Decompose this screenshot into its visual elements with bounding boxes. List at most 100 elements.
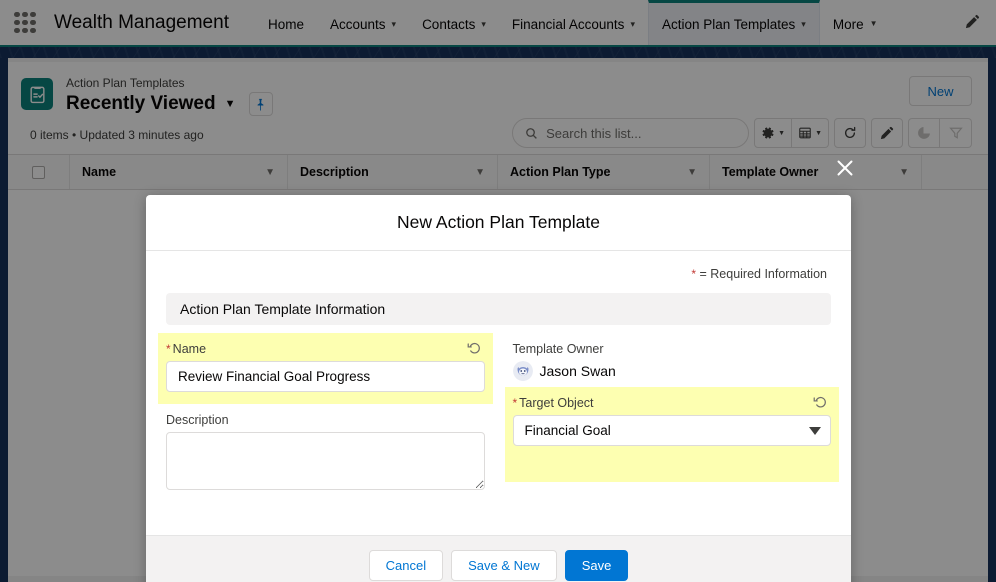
- close-icon[interactable]: [831, 154, 859, 182]
- form-grid: * Name Description: [158, 325, 839, 501]
- nav-item-home[interactable]: Home: [255, 0, 317, 45]
- save-button[interactable]: Save: [564, 550, 629, 581]
- chevron-down-icon[interactable]: ▼: [687, 167, 697, 178]
- list-view-controls-button[interactable]: ▼: [754, 118, 793, 148]
- table-header-name[interactable]: Name ▼: [70, 155, 288, 189]
- required-note-text: = Required Information: [699, 267, 827, 281]
- list-header-text: Action Plan Templates Recently Viewed ▼: [66, 76, 273, 116]
- app-launcher-icon[interactable]: [14, 11, 36, 34]
- label-text: Name: [172, 342, 207, 356]
- chevron-down-icon: ▼: [778, 129, 786, 137]
- new-action-plan-template-modal: New Action Plan Template * = Required In…: [146, 195, 851, 582]
- pin-icon[interactable]: [248, 92, 273, 116]
- name-input[interactable]: [166, 361, 485, 392]
- description-textarea[interactable]: [166, 432, 485, 490]
- chevron-down-icon: ▼: [815, 129, 822, 137]
- nav-item-list: Home Accounts ▾ Contacts ▾ Financial Acc…: [255, 0, 891, 45]
- object-label: Action Plan Templates: [66, 76, 185, 90]
- nav-item-label: Contacts: [422, 16, 476, 32]
- form-column-right: Template Owner Jason Swan * Target Objec…: [504, 333, 839, 501]
- form-column-left: * Name Description: [158, 333, 493, 501]
- target-object-select-wrapper: Financial Goal: [512, 415, 831, 446]
- app-name: Wealth Management: [54, 11, 229, 33]
- table-header-action-plan-type[interactable]: Action Plan Type ▼: [498, 155, 710, 189]
- field-label-description: Description: [166, 412, 485, 428]
- chevron-down-icon: ▼: [869, 19, 878, 28]
- toolbar-button-group: ▼ ▼: [754, 118, 829, 148]
- edit-list-button[interactable]: [871, 118, 903, 148]
- table-header-actions: [922, 155, 988, 189]
- gear-icon: [762, 127, 774, 139]
- record-count: 0 items • Updated 3 minutes ago: [30, 128, 204, 142]
- field-label-target-object: * Target Object: [513, 395, 832, 411]
- search-icon: [526, 127, 537, 139]
- decorative-band: [0, 45, 996, 58]
- label-text: Description: [166, 413, 229, 427]
- search-input[interactable]: [546, 125, 737, 141]
- column-label: Action Plan Type: [510, 165, 611, 179]
- column-label: Template Owner: [722, 165, 819, 179]
- chevron-down-icon: ▾: [801, 18, 806, 29]
- refresh-button[interactable]: [834, 118, 866, 148]
- field-description: Description: [166, 404, 485, 501]
- modal-body: * = Required Information Action Plan Tem…: [146, 251, 851, 535]
- chevron-down-icon[interactable]: ▼: [475, 167, 485, 178]
- chart-button[interactable]: [908, 118, 940, 148]
- save-and-new-button[interactable]: Save & New: [451, 550, 557, 581]
- field-name: * Name: [158, 333, 493, 404]
- required-asterisk: *: [691, 267, 696, 281]
- table-icon: [799, 127, 811, 139]
- chevron-down-icon[interactable]: ▼: [225, 98, 236, 110]
- chevron-down-icon[interactable]: ▼: [899, 167, 909, 178]
- field-label-name: * Name: [166, 341, 485, 357]
- chevron-down-icon: ▾: [630, 18, 635, 29]
- nav-item-accounts[interactable]: Accounts ▾: [317, 0, 409, 45]
- edit-nav-icon[interactable]: [965, 14, 980, 32]
- template-owner-name: Jason Swan: [539, 363, 616, 379]
- field-target-object: * Target Object Financial Goal: [504, 387, 839, 482]
- table-header-template-owner[interactable]: Template Owner ▼: [710, 155, 922, 189]
- nav-item-financial-accounts[interactable]: Financial Accounts ▾: [499, 0, 648, 45]
- nav-item-more[interactable]: More ▼: [820, 0, 891, 45]
- new-button[interactable]: New: [909, 76, 972, 106]
- screen: Wealth Management Home Accounts ▾ Contac…: [0, 0, 996, 582]
- search-box[interactable]: [512, 118, 750, 148]
- nav-item-label: Action Plan Templates: [661, 16, 796, 32]
- chevron-down-icon[interactable]: ▼: [265, 167, 275, 178]
- clipboard-check-icon: [21, 78, 53, 110]
- modal-footer: Cancel Save & New Save: [146, 535, 851, 582]
- nav-item-label: Financial Accounts: [511, 16, 625, 32]
- target-object-select[interactable]: Financial Goal: [512, 415, 831, 446]
- template-owner-value: Jason Swan: [512, 361, 832, 381]
- table-header-select-all[interactable]: [8, 155, 70, 189]
- user-avatar-icon: [512, 361, 533, 381]
- modal-title: New Action Plan Template: [397, 212, 600, 232]
- refresh-icon: [844, 126, 856, 138]
- column-label: Name: [82, 165, 117, 179]
- nav-item-action-plan-templates[interactable]: Action Plan Templates ▾: [647, 0, 820, 45]
- undo-icon[interactable]: [467, 340, 483, 356]
- toolbar-button-group-2: [908, 118, 972, 148]
- nav-item-label: Accounts: [330, 16, 386, 32]
- pencil-icon: [880, 126, 894, 140]
- chevron-down-icon: ▾: [391, 18, 397, 29]
- required-asterisk: *: [512, 396, 518, 410]
- required-information-note: * = Required Information: [166, 251, 831, 293]
- cancel-button[interactable]: Cancel: [368, 550, 444, 581]
- filter-button[interactable]: [940, 118, 972, 148]
- list-view-header: Action Plan Templates Recently Viewed ▼ …: [8, 62, 988, 155]
- column-label: Description: [300, 165, 369, 179]
- modal-header: New Action Plan Template: [146, 195, 851, 251]
- nav-item-label: Home: [267, 16, 304, 32]
- section-title: Action Plan Template Information: [166, 293, 831, 325]
- undo-icon[interactable]: [813, 394, 829, 410]
- global-navigation-bar: Wealth Management Home Accounts ▾ Contac…: [0, 0, 996, 45]
- pie-chart-icon: [918, 127, 930, 139]
- display-as-button[interactable]: ▼: [792, 118, 829, 148]
- left-rail: [0, 58, 8, 582]
- table-header-description[interactable]: Description ▼: [288, 155, 498, 189]
- nav-item-contacts[interactable]: Contacts ▾: [409, 0, 499, 45]
- chevron-down-icon: ▾: [481, 18, 486, 29]
- select-all-checkbox[interactable]: [32, 165, 45, 179]
- field-template-owner: Template Owner Jason Swan: [512, 333, 832, 387]
